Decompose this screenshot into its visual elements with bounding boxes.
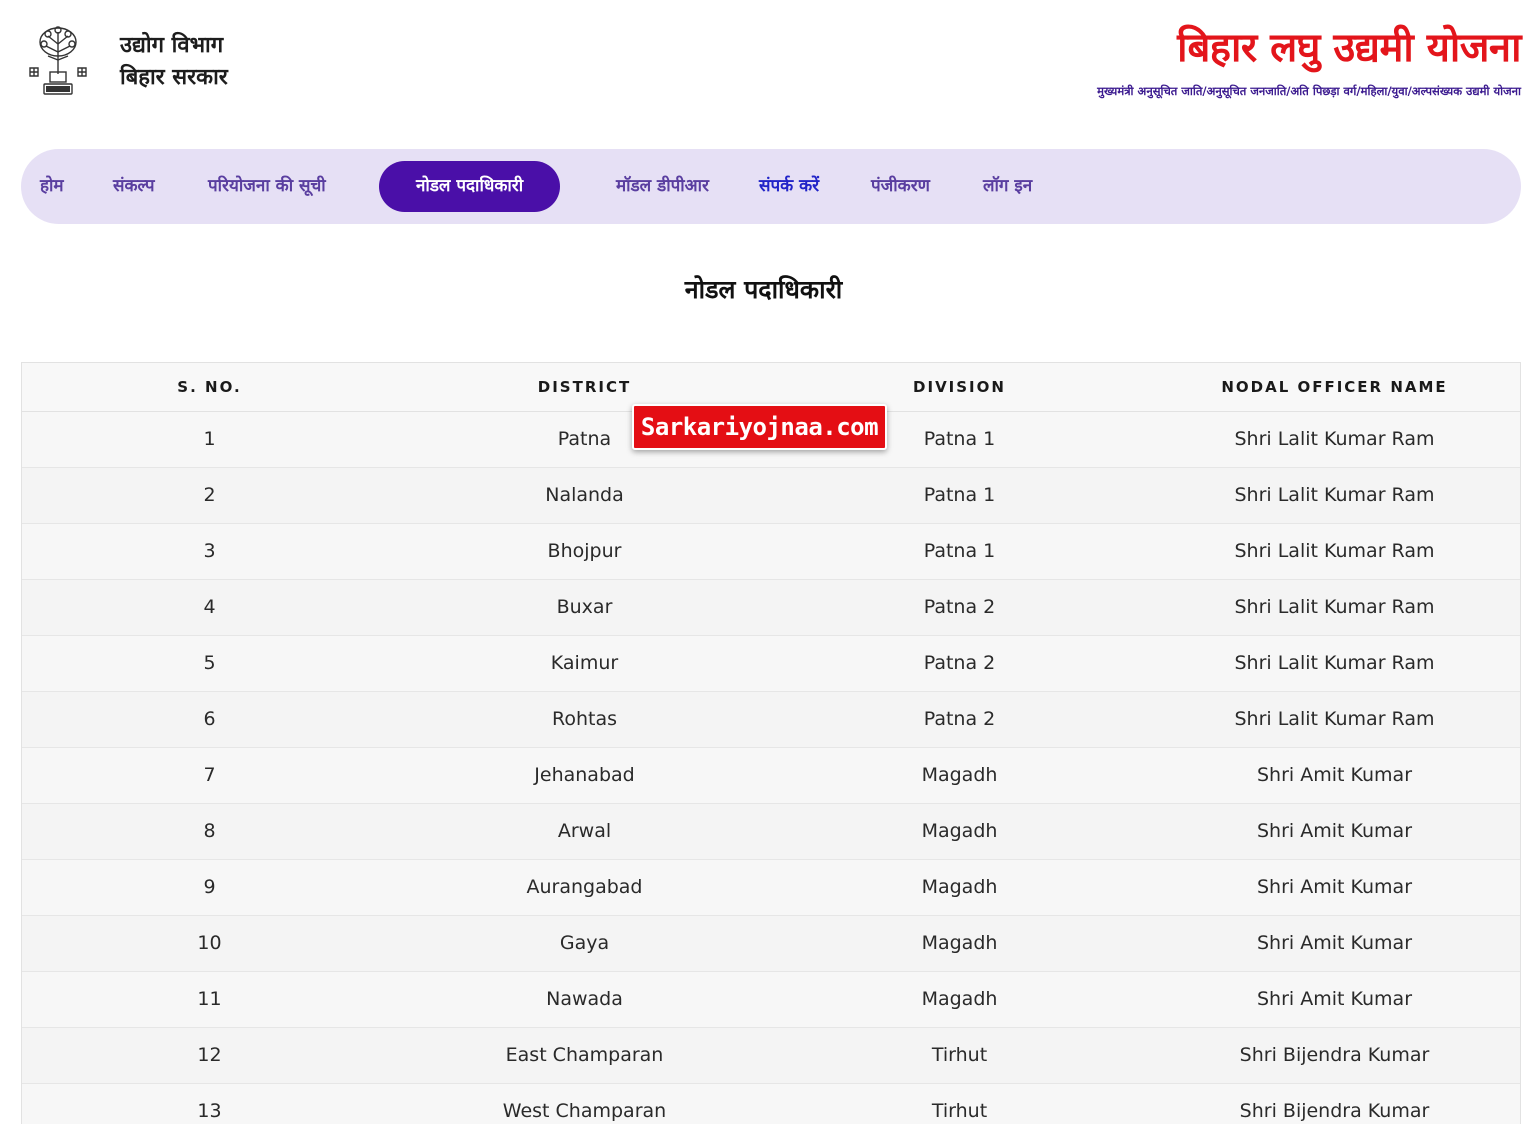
- table-row: 5 Kaimur Patna 2 Shri Lalit Kumar Ram: [22, 635, 1520, 692]
- cell-sno: 8: [22, 803, 397, 860]
- cell-district: Nawada: [397, 971, 772, 1028]
- nodal-officer-table: S. NO. DISTRICT DIVISION NODAL OFFICER N…: [21, 362, 1521, 1124]
- nav-home[interactable]: होम: [40, 149, 64, 224]
- table-row: 12 East Champaran Tirhut Shri Bijendra Kuma…: [22, 1027, 1520, 1084]
- cell-sno: 3: [22, 523, 397, 580]
- cell-district: West Champaran: [397, 1083, 772, 1124]
- cell-district: Gaya: [397, 915, 772, 972]
- nav-resolution[interactable]: संकल्प: [113, 149, 155, 224]
- nav-model-dpr[interactable]: मॉडल डीपीआर: [616, 149, 709, 224]
- watermark-badge: Sarkariyojnaa.com: [632, 404, 887, 450]
- cell-officer-name: Shri Amit Kumar: [1147, 803, 1520, 860]
- nav-registration[interactable]: पंजीकरण: [871, 149, 930, 224]
- cell-officer-name: Shri Amit Kumar: [1147, 859, 1520, 916]
- cell-officer-name: Shri Lalit Kumar Ram: [1147, 467, 1520, 524]
- header-sno: S. NO.: [22, 363, 397, 412]
- cell-officer-name: Shri Bijendra Kumar: [1147, 1027, 1520, 1084]
- table-row: 7 Jehanabad Magadh Shri Amit Kumar: [22, 747, 1520, 804]
- cell-district: Buxar: [397, 579, 772, 636]
- cell-division: Magadh: [772, 747, 1147, 804]
- table-row: 13 West Champaran Tirhut Shri Bijendra Kuma…: [22, 1083, 1520, 1124]
- scheme-subtitle: मुख्यमंत्री अनुसूचित जाति/अनुसूचित जनजात…: [1097, 84, 1521, 98]
- cell-sno: 7: [22, 747, 397, 804]
- main-nav: होम संकल्प परियोजना की सूची नोडल पदाधिका…: [21, 149, 1521, 224]
- cell-sno: 10: [22, 915, 397, 972]
- cell-sno: 6: [22, 691, 397, 748]
- cell-district: Aurangabad: [397, 859, 772, 916]
- cell-sno: 9: [22, 859, 397, 916]
- cell-sno: 4: [22, 579, 397, 636]
- cell-officer-name: Shri Lalit Kumar Ram: [1147, 635, 1520, 692]
- page-title: नोडल पदाधिकारी: [684, 275, 843, 304]
- cell-division: Tirhut: [772, 1027, 1147, 1084]
- cell-division: Patna 2: [772, 635, 1147, 692]
- cell-officer-name: Shri Lalit Kumar Ram: [1147, 523, 1520, 580]
- table-row: 6 Rohtas Patna 2 Shri Lalit Kumar Ram: [22, 691, 1520, 748]
- cell-district: Arwal: [397, 803, 772, 860]
- cell-division: Tirhut: [772, 1083, 1147, 1124]
- cell-district: Jehanabad: [397, 747, 772, 804]
- table-row: 11 Nawada Magadh Shri Amit Kumar: [22, 971, 1520, 1028]
- nav-project-list[interactable]: परियोजना की सूची: [208, 149, 326, 224]
- table-row: 4 Buxar Patna 2 Shri Lalit Kumar Ram: [22, 579, 1520, 636]
- cell-division: Magadh: [772, 971, 1147, 1028]
- table-row: 10 Gaya Magadh Shri Amit Kumar: [22, 915, 1520, 972]
- table-row: 3 Bhojpur Patna 1 Shri Lalit Kumar Ram: [22, 523, 1520, 580]
- cell-sno: 12: [22, 1027, 397, 1084]
- cell-division: Magadh: [772, 859, 1147, 916]
- nav-contact[interactable]: संपर्क करें: [759, 149, 819, 224]
- department-name: उद्योग विभाग: [120, 33, 224, 58]
- cell-division: Patna 1: [772, 523, 1147, 580]
- cell-district: Nalanda: [397, 467, 772, 524]
- cell-sno: 13: [22, 1083, 397, 1124]
- table-body: 1 Patna Patna 1 Shri Lalit Kumar Ram 2 Naland…: [22, 411, 1520, 1124]
- cell-division: Magadh: [772, 803, 1147, 860]
- cell-officer-name: Shri Amit Kumar: [1147, 747, 1520, 804]
- officer-table: S. NO. DISTRICT DIVISION NODAL OFFICER N…: [22, 363, 1520, 1124]
- department-block: उद्योग विभाग बिहार सरकार: [120, 30, 228, 94]
- cell-sno: 2: [22, 467, 397, 524]
- cell-officer-name: Shri Bijendra Kumar: [1147, 1083, 1520, 1124]
- site-header: उद्योग विभाग बिहार सरकार बिहार लघु उद्यम…: [0, 0, 1527, 140]
- government-name: बिहार सरकार: [120, 65, 228, 90]
- nav-nodal-officer[interactable]: नोडल पदाधिकारी: [379, 161, 561, 212]
- cell-district: Kaimur: [397, 635, 772, 692]
- cell-officer-name: Shri Lalit Kumar Ram: [1147, 411, 1520, 468]
- scheme-title: बिहार लघु उद्यमी योजना: [1177, 25, 1521, 71]
- cell-division: Patna 1: [772, 467, 1147, 524]
- cell-officer-name: Shri Amit Kumar: [1147, 971, 1520, 1028]
- header-officer-name: NODAL OFFICER NAME: [1147, 363, 1520, 412]
- cell-officer-name: Shri Lalit Kumar Ram: [1147, 579, 1520, 636]
- nav-login[interactable]: लॉग इन: [983, 149, 1032, 224]
- cell-sno: 1: [22, 411, 397, 468]
- bihar-emblem-icon: [29, 26, 87, 95]
- cell-district: East Champaran: [397, 1027, 772, 1084]
- cell-sno: 5: [22, 635, 397, 692]
- cell-division: Patna 2: [772, 579, 1147, 636]
- cell-officer-name: Shri Lalit Kumar Ram: [1147, 691, 1520, 748]
- cell-sno: 11: [22, 971, 397, 1028]
- cell-division: Patna 2: [772, 691, 1147, 748]
- cell-district: Rohtas: [397, 691, 772, 748]
- cell-officer-name: Shri Amit Kumar: [1147, 915, 1520, 972]
- table-row: 2 Nalanda Patna 1 Shri Lalit Kumar Ram: [22, 467, 1520, 524]
- table-row: 9 Aurangabad Magadh Shri Amit Kumar: [22, 859, 1520, 916]
- cell-division: Magadh: [772, 915, 1147, 972]
- cell-district: Bhojpur: [397, 523, 772, 580]
- table-row: 8 Arwal Magadh Shri Amit Kumar: [22, 803, 1520, 860]
